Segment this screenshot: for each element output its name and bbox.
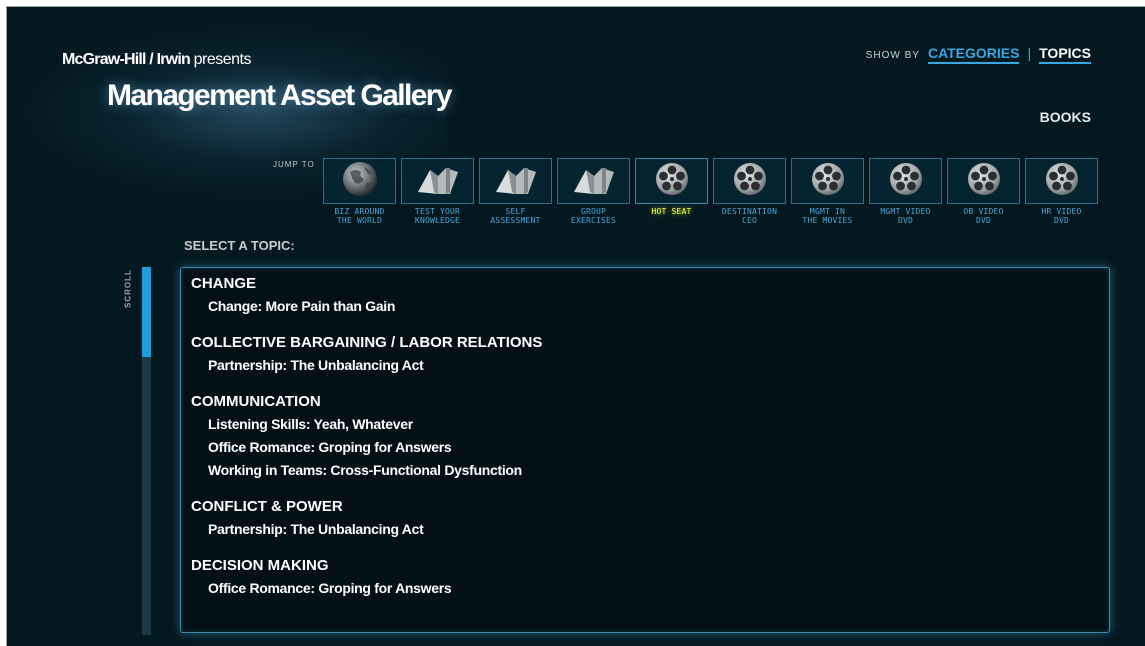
jump-thumbnail[interactable] [401,158,474,204]
topic-item[interactable]: Partnership: The Unbalancing Act [191,518,1109,541]
jump-item-mgmt-video-dvd[interactable]: MGMT VIDEO DVD [869,158,942,225]
topic-heading[interactable]: COMMUNICATION [191,391,1109,413]
jump-item-label: OB VIDEO DVD [963,207,1004,225]
film-reel-icon [731,160,769,203]
topic-list-panel: CHANGE Change: More Pain than Gain COLLECT… [180,267,1110,633]
topic-group-change: CHANGE Change: More Pain than Gain [191,273,1109,318]
film-reel-icon [653,160,691,203]
topic-heading[interactable]: CONFLICT & POWER [191,496,1109,518]
film-reel-icon [887,160,925,203]
jump-item-ob-video-dvd[interactable]: OB VIDEO DVD [947,158,1020,225]
topic-group-decision-making: DECISION MAKING Office Romance: Groping f… [191,555,1109,600]
book-icon [416,162,460,201]
jump-item-label: TEST YOUR KNOWLEDGE [414,207,461,225]
topic-heading[interactable]: DECISION MAKING [191,555,1109,577]
jump-thumbnail[interactable] [323,158,396,204]
jump-item-biz-around-the-world[interactable]: BIZ AROUND THE WORLD [323,158,396,225]
app-window: McGraw-Hill / Irwin presents Management … [6,6,1145,646]
jump-item-label: HR VIDEO DVD [1041,207,1082,225]
jump-thumbnail[interactable] [479,158,552,204]
jump-thumbnail[interactable] [869,158,942,204]
jump-thumbnail[interactable] [947,158,1020,204]
topic-list: CHANGE Change: More Pain than Gain COLLECT… [181,268,1109,600]
topic-item[interactable]: Listening Skills: Yeah, Whatever [191,413,1109,436]
jump-item-label: MGMT VIDEO DVD [880,207,931,225]
show-by-switcher: SHOW BY CATEGORIES | TOPICS [866,45,1091,64]
topic-group-collective-bargaining-labor-relations: COLLECTIVE BARGAINING / LABOR RELATIONS P… [191,332,1109,377]
jump-thumbnail[interactable] [791,158,864,204]
topic-group-communication: COMMUNICATION Listening Skills: Yeah, Wha… [191,391,1109,482]
show-by-label: SHOW BY [865,50,920,61]
topic-item[interactable]: Office Romance: Groping for Answers [191,577,1109,600]
jump-thumbnail[interactable] [713,158,786,204]
jump-item-test-your-knowledge[interactable]: TEST YOUR KNOWLEDGE [401,158,474,225]
page-title: Management Asset Gallery [107,79,453,112]
brand-line: McGraw-Hill / Irwin presents [62,51,251,69]
jump-item-label: DESTINATION CEO [721,207,778,225]
show-by-topics-link[interactable]: TOPICS [1039,45,1091,64]
film-reel-icon [965,160,1003,203]
jump-item-label: GROUP EXERCISES [570,207,617,225]
jump-item-hr-video-dvd[interactable]: HR VIDEO DVD [1025,158,1098,225]
select-topic-label: SELECT A TOPIC: [184,238,295,253]
topic-item[interactable]: Working in Teams: Cross-Functional Dysfu… [191,459,1109,482]
jump-item-group-exercises[interactable]: GROUP EXERCISES [557,158,630,225]
scrollbar-track[interactable] [142,267,151,635]
books-link[interactable]: BOOKS [1040,109,1091,125]
scroll-label: SCROLL [123,269,133,309]
jump-item-label: BIZ AROUND THE WORLD [334,207,385,225]
jump-thumbnail[interactable] [635,158,708,204]
jump-item-self-assessment[interactable]: SELF ASSESSMENT [479,158,552,225]
jump-item-destination-ceo[interactable]: DESTINATION CEO [713,158,786,225]
show-by-separator: | [1027,45,1032,61]
jump-to-nav: BIZ AROUND THE WORLD TEST YOUR KNOWLEDGE S… [323,158,1098,225]
jump-item-label: MGMT IN THE MOVIES [802,207,853,225]
film-reel-icon [1043,160,1081,203]
jump-item-mgmt-in-the-movies[interactable]: MGMT IN THE MOVIES [791,158,864,225]
topic-item[interactable]: Office Romance: Groping for Answers [191,436,1109,459]
topic-heading[interactable]: COLLECTIVE BARGAINING / LABOR RELATIONS [191,332,1109,354]
jump-thumbnail[interactable] [557,158,630,204]
topic-heading[interactable]: CHANGE [191,273,1109,295]
jump-to-label: JUMP TO [273,160,315,169]
book-icon [494,162,538,201]
jump-thumbnail[interactable] [1025,158,1098,204]
brand-presents: presents [193,51,252,68]
show-by-categories-link[interactable]: CATEGORIES [927,45,1020,64]
topic-item[interactable]: Change: More Pain than Gain [191,295,1109,318]
scrollbar-thumb[interactable] [142,267,151,357]
topic-group-conflict-and-power: CONFLICT & POWER Partnership: The Unbalan… [191,496,1109,541]
book-icon [572,162,616,201]
globe-icon [340,159,380,204]
topic-item[interactable]: Partnership: The Unbalancing Act [191,354,1109,377]
film-reel-icon [809,160,847,203]
jump-item-hot-seat[interactable]: HOT SEAT [635,158,708,225]
jump-item-label: SELF ASSESSMENT [490,207,541,225]
jump-item-label: HOT SEAT [651,207,692,216]
brand-name: McGraw-Hill / Irwin [62,51,191,68]
